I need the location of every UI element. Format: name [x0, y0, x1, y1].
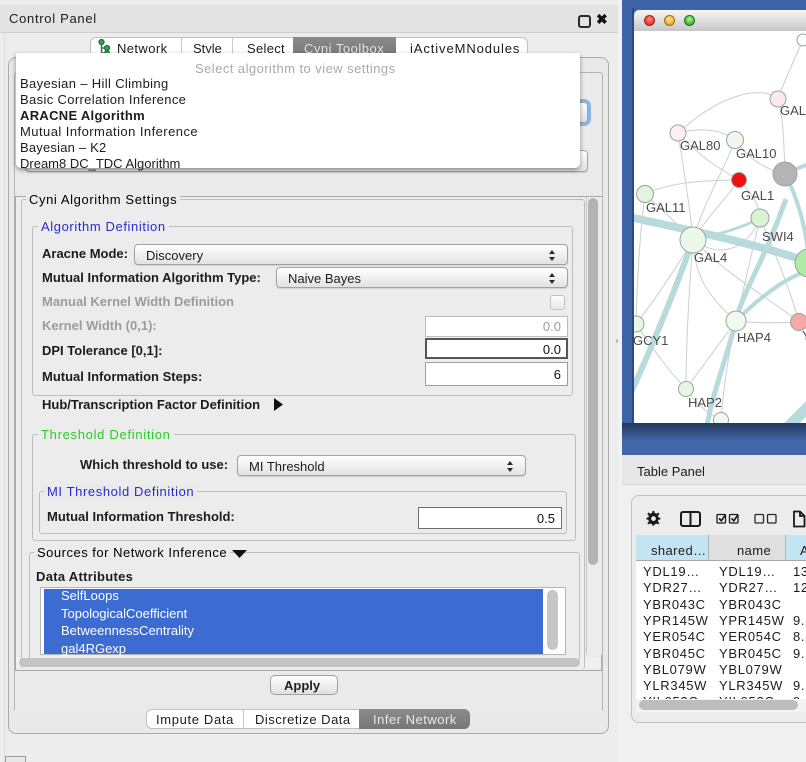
svg-text:Y: Y [802, 328, 806, 343]
svg-text:GAL4: GAL4 [694, 250, 727, 265]
svg-text:GAL10: GAL10 [736, 146, 776, 161]
svg-text:GAL1: GAL1 [741, 188, 774, 203]
svg-text:HAP2: HAP2 [688, 395, 722, 410]
svg-text:GCY1: GCY1 [634, 333, 668, 348]
svg-text:GAL11: GAL11 [646, 200, 686, 215]
svg-text:SWI4: SWI4 [762, 229, 794, 244]
svg-text:GAL: GAL [780, 103, 806, 118]
svg-text:GAL80: GAL80 [680, 138, 720, 153]
svg-text:HAP4: HAP4 [737, 330, 771, 345]
